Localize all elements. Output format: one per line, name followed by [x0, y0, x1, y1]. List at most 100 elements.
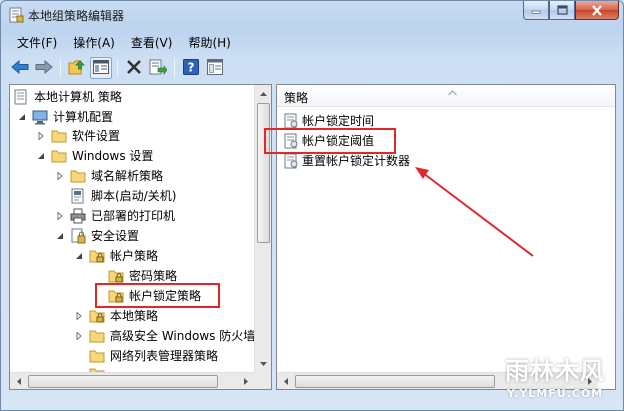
policy-doc-icon	[283, 153, 299, 169]
tree-item-label: 安全设置	[91, 229, 140, 243]
tree-horizontal-scroll-thumb[interactable]	[28, 375, 218, 388]
tree-item-security-settings[interactable]: 安全设置	[55, 226, 139, 245]
printer-icon	[70, 208, 86, 224]
folder-icon	[89, 348, 105, 364]
lock-folder-icon	[108, 268, 124, 284]
expand-arrow-icon[interactable]	[74, 251, 84, 261]
collapse-arrow-icon[interactable]	[74, 331, 84, 341]
up-folder-icon	[68, 59, 86, 78]
tree-item-label: 计算机配置	[53, 110, 114, 124]
policy-doc-icon	[283, 113, 299, 129]
maximize-button[interactable]	[549, 1, 575, 20]
selection-highlight-box	[95, 283, 220, 308]
tree-item-label: Windows 设置	[72, 149, 154, 163]
folder-icon	[51, 128, 67, 144]
tree-item-label: 软件设置	[72, 129, 121, 143]
export-list-button[interactable]	[147, 57, 169, 79]
status-bar	[9, 393, 616, 408]
tree-item-name-resolution-policy[interactable]: 域名解析策略	[55, 166, 163, 185]
close-button[interactable]	[575, 1, 619, 20]
help-icon: ?	[183, 58, 199, 78]
watermark-main-text: 雨林木风	[505, 357, 605, 385]
window-title: 本地组策略编辑器	[28, 9, 125, 23]
computer-icon	[32, 109, 48, 125]
scroll-up-arrow-icon[interactable]	[255, 85, 272, 102]
tree-item-label: 已部署的打印机	[91, 209, 176, 223]
list-item-label: 重置帐户锁定计数器	[302, 154, 411, 168]
tree-item-advanced-firewall[interactable]: 高级安全 Windows 防火墙	[74, 326, 255, 345]
scroll-left-arrow-icon[interactable]	[10, 373, 27, 390]
tree-item-windows-settings[interactable]: Windows 设置	[36, 146, 153, 165]
collapse-arrow-icon[interactable]	[55, 171, 65, 181]
lock-folder-icon	[89, 308, 105, 324]
forward-button[interactable]	[33, 57, 55, 79]
column-header-policy[interactable]: 策略	[277, 85, 615, 107]
folder-icon	[51, 148, 67, 164]
help-button[interactable]: ?	[180, 57, 202, 79]
column-header-label: 策略	[284, 91, 309, 105]
tree-item-label: 网络列表管理器策略	[110, 349, 219, 363]
up-one-level-button[interactable]	[66, 57, 88, 79]
scroll-right-arrow-icon[interactable]	[237, 373, 254, 390]
tree-item-label: 本地计算机 策略	[34, 90, 122, 104]
tree-item-label: 帐户策略	[110, 249, 159, 263]
menu-view[interactable]: 查看(V)	[123, 32, 181, 52]
properties-button[interactable]	[204, 57, 226, 79]
scrollbar-corner	[254, 372, 271, 389]
minimize-button[interactable]	[523, 1, 549, 20]
tree-item-computer-config[interactable]: 计算机配置	[17, 107, 113, 126]
folder-icon	[89, 328, 105, 344]
toolbar-separator	[117, 59, 118, 77]
delete-icon	[126, 59, 142, 78]
tree-horizontal-scrollbar[interactable]	[10, 372, 254, 389]
threshold-highlight-box	[264, 128, 396, 154]
tree-item-local-policies[interactable]: 本地策略	[74, 306, 158, 325]
tree-item-network-list-policies[interactable]: 网络列表管理器策略	[89, 346, 218, 365]
menu-file[interactable]: 文件(F)	[9, 32, 65, 52]
scroll-down-arrow-icon[interactable]	[255, 355, 272, 372]
title-bar[interactable]: 本地组策略编辑器	[1, 1, 623, 29]
tree-item-deployed-printers[interactable]: 已部署的打印机	[55, 206, 175, 225]
forward-icon	[35, 59, 53, 77]
expand-arrow-icon[interactable]	[17, 112, 27, 122]
tree-item-software-settings[interactable]: 软件设置	[36, 126, 120, 145]
tree-item-local-computer-policy[interactable]: 本地计算机 策略	[13, 87, 122, 106]
toolbar-separator	[60, 59, 61, 77]
computer-policy-icon	[13, 89, 29, 105]
properties-icon	[207, 58, 223, 78]
security-icon	[70, 228, 86, 244]
list-item-label: 帐户锁定时间	[302, 114, 375, 128]
tree-vertical-scroll-thumb[interactable]	[257, 103, 270, 243]
policy-editor-app-icon	[8, 7, 24, 23]
collapse-arrow-icon[interactable]	[36, 131, 46, 141]
back-button[interactable]	[9, 57, 31, 79]
delete-button[interactable]	[123, 57, 145, 79]
tree-item-scripts[interactable]: 脚本(启动/关机)	[70, 186, 176, 205]
script-icon	[70, 188, 86, 204]
tree-item-label: 域名解析策略	[91, 169, 164, 183]
expand-arrow-icon[interactable]	[36, 151, 46, 161]
collapse-arrow-icon[interactable]	[74, 311, 84, 321]
folder-icon	[70, 168, 86, 184]
toolbar: ?	[9, 56, 228, 80]
policy-list-pane[interactable]: 策略 帐户锁定时间 帐户锁定阈值 重置帐户锁定计数器	[264, 84, 616, 390]
show-tree-icon	[93, 59, 109, 77]
back-icon	[11, 59, 29, 77]
menu-action[interactable]: 操作(A)	[65, 32, 123, 52]
tree-pane[interactable]: 本地计算机 策略 计算机配置 软件设置 Windows 设置 域名解析策略 脚本…	[9, 84, 272, 390]
collapse-arrow-icon[interactable]	[55, 211, 65, 221]
lock-folder-icon	[89, 248, 105, 264]
list-horizontal-scroll-thumb[interactable]	[295, 375, 495, 388]
menu-bar: 文件(F) 操作(A) 查看(V) 帮助(H)	[9, 32, 239, 52]
export-list-icon	[149, 59, 168, 78]
svg-text:?: ?	[188, 60, 195, 74]
tree-item-account-policies[interactable]: 帐户策略	[74, 246, 158, 265]
toolbar-separator	[174, 59, 175, 77]
scroll-left-arrow-icon[interactable]	[277, 373, 294, 390]
tree-item-label: 脚本(启动/关机)	[91, 189, 177, 203]
menu-help[interactable]: 帮助(H)	[180, 32, 238, 52]
tree-item-label: 密码策略	[129, 269, 178, 283]
expand-arrow-icon[interactable]	[55, 231, 65, 241]
show-hide-tree-button[interactable]	[90, 57, 112, 79]
tree-item-label: 本地策略	[110, 309, 159, 323]
